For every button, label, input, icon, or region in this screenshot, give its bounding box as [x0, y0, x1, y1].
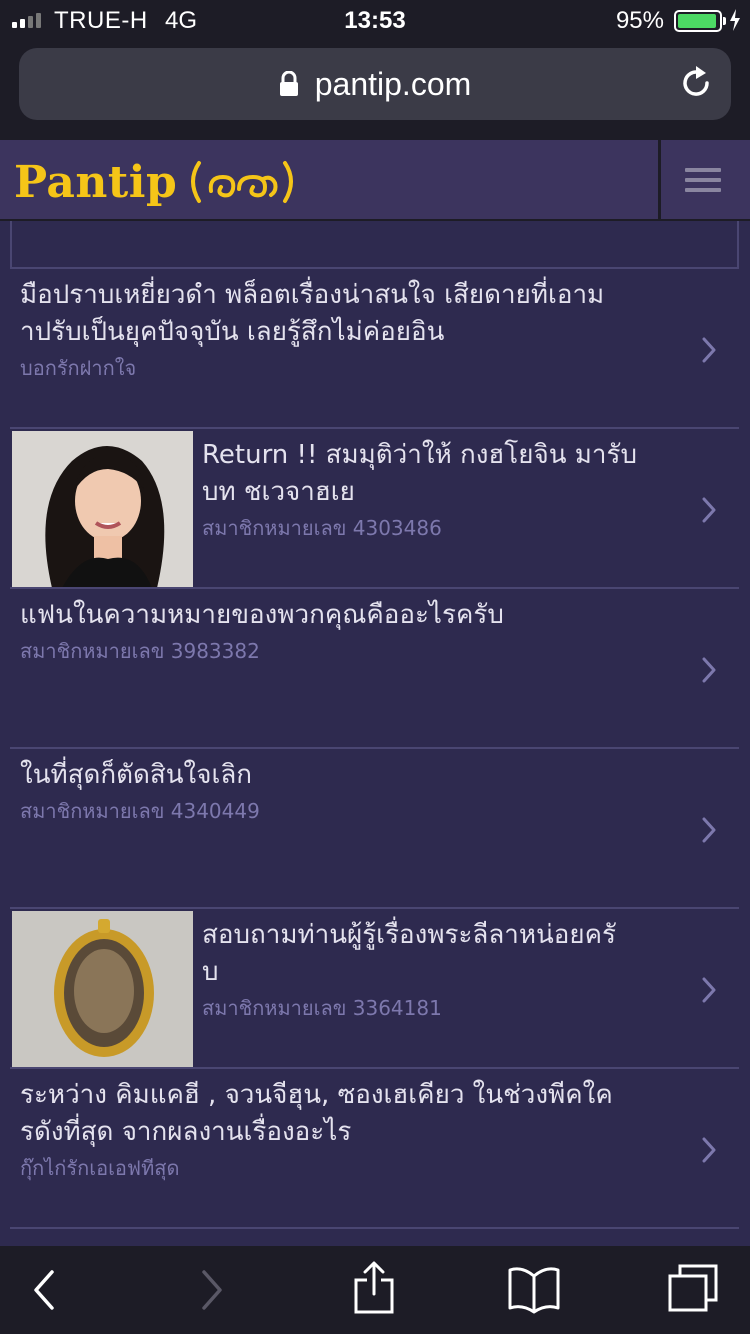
logo-mark-icon [191, 161, 294, 203]
chevron-right-icon [702, 817, 716, 843]
topic-row[interactable]: แฟนในความหมายของพวกคุณคืออะไรครับ สมาชิกห… [10, 587, 739, 747]
tabs-button[interactable] [666, 1262, 722, 1316]
topic-title[interactable]: าปรับเป็นยุคปัจจุบัน เลยรู้สึกไม่ค่อยอิน [20, 314, 669, 351]
share-button[interactable] [352, 1260, 396, 1316]
topic-row[interactable]: Return !! สมมุติว่าให้ กงฮโยจิน มารับ บท … [10, 427, 739, 588]
topic-row-partial[interactable] [10, 1227, 739, 1246]
chevron-right-icon [702, 657, 716, 683]
chevron-right-icon [702, 497, 716, 523]
topic-title[interactable]: รดังที่สุด จากผลงานเรื่องอะไร [20, 1114, 669, 1151]
topic-thumbnail[interactable] [12, 911, 193, 1068]
hamburger-icon [685, 168, 721, 172]
topic-row[interactable]: ในที่สุดก็ตัดสินใจเลิก สมาชิกหมายเลข 4340… [10, 747, 739, 907]
topic-title[interactable]: สอบถามท่านผู้รู้เรื่องพระลีลาหน่อยครั [202, 917, 669, 954]
status-bar: TRUE-H 4G 13:53 95% [0, 0, 750, 40]
hamburger-menu-button[interactable] [661, 140, 750, 219]
topic-author[interactable]: สมาชิกหมายเลข 4340449 [20, 796, 669, 826]
url-display[interactable]: pantip.com [19, 66, 731, 103]
reload-icon[interactable] [677, 64, 715, 102]
battery-percentage: 95% [615, 7, 664, 34]
topic-author[interactable]: สมาชิกหมายเลข 3364181 [202, 993, 669, 1023]
charging-icon [730, 9, 740, 31]
topic-author[interactable]: บอกรักฝากใจ [20, 353, 669, 383]
topic-author[interactable]: สมาชิกหมายเลข 4303486 [202, 513, 669, 543]
site-header: Pantip [0, 140, 750, 221]
topic-title[interactable]: ระหว่าง คิมแคฮี , จวนจีฮุน, ซองเฮเคียว ใ… [20, 1077, 669, 1114]
browser-address-area: pantip.com [0, 40, 750, 140]
pantip-logo[interactable]: Pantip [14, 154, 301, 210]
topic-title[interactable]: แฟนในความหมายของพวกคุณคืออะไรครับ [20, 597, 669, 634]
chevron-right-icon [702, 977, 716, 1003]
battery-icon [674, 10, 726, 32]
forward-button[interactable] [196, 1264, 226, 1316]
topic-row[interactable]: สอบถามท่านผู้รู้เรื่องพระลีลาหน่อยครับสม… [10, 907, 739, 1068]
address-bar[interactable]: pantip.com [19, 48, 731, 120]
chevron-right-icon [702, 337, 716, 363]
bookmarks-button[interactable] [506, 1264, 562, 1314]
topic-title[interactable]: บ [202, 954, 669, 991]
topic-title[interactable]: บท ชเวจาฮเย [202, 474, 669, 511]
topic-row[interactable]: ระหว่าง คิมแคฮี , จวนจีฮุน, ซองเฮเคียว ใ… [10, 1067, 739, 1227]
topic-thumbnail[interactable] [12, 431, 193, 588]
topic-author[interactable]: สมาชิกหมายเลข 3983382 [20, 636, 669, 666]
back-button[interactable] [30, 1264, 60, 1316]
topic-title[interactable]: Return !! สมมุติว่าให้ กงฮโยจิน มารับ [202, 437, 669, 474]
topic-title[interactable]: ในที่สุดก็ตัดสินใจเลิก [20, 757, 669, 794]
browser-toolbar [0, 1246, 750, 1334]
topic-list: มือปราบเหยี่ยวดำ พล็อตเรื่องน่าสนใจ เสีย… [0, 221, 750, 1246]
topic-title[interactable]: มือปราบเหยี่ยวดำ พล็อตเรื่องน่าสนใจ เสีย… [20, 277, 669, 314]
url-text: pantip.com [314, 66, 472, 102]
chevron-right-icon [702, 1137, 716, 1163]
topic-row[interactable]: มือปราบเหยี่ยวดำ พล็อตเรื่องน่าสนใจ เสีย… [10, 267, 739, 427]
lock-icon [279, 71, 298, 96]
topic-author[interactable]: กุ๊กไก่รักเอเอฟทีสุด [20, 1153, 669, 1183]
logo-text: Pantip [14, 156, 178, 208]
